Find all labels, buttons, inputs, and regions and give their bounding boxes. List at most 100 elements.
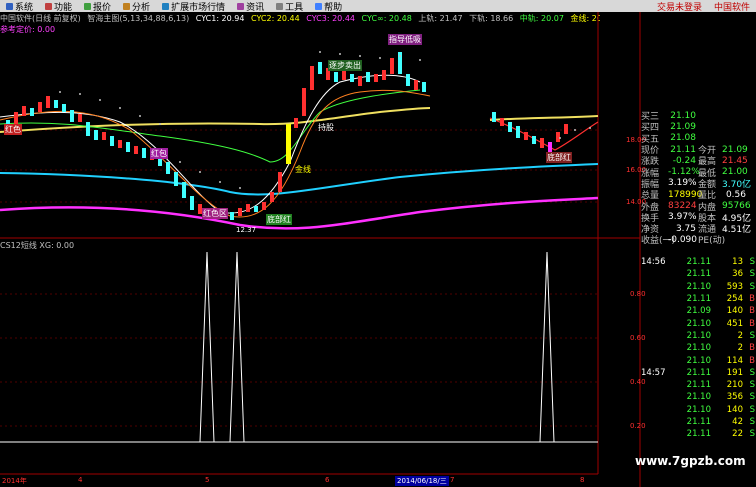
- tick-volume: 356: [726, 392, 743, 403]
- menu-quote[interactable]: 报价: [78, 0, 117, 13]
- menu-bar: 系统 功能 报价 分析 扩展市场行情 资讯 工具 帮助 交易未登录 中国软件: [0, 0, 756, 13]
- quote-value: 21.45: [722, 155, 748, 166]
- annotation-label: 持股: [318, 123, 334, 132]
- tick-direction: S: [749, 380, 755, 391]
- quote-value: 21.00: [722, 167, 748, 178]
- tick-volume: 451: [726, 318, 743, 329]
- tick-direction: S: [749, 367, 755, 378]
- quote-value: 21.09: [722, 144, 748, 155]
- menu-label: 分析: [132, 2, 151, 13]
- tick-price: 21.10: [686, 355, 711, 366]
- tick-price: 21.10: [686, 404, 711, 415]
- menu-analysis[interactable]: 分析: [117, 0, 156, 13]
- green-ma-line: [0, 89, 421, 163]
- trade-status-link[interactable]: 交易未登录: [651, 0, 708, 13]
- tick-time: 14:57: [641, 367, 666, 378]
- function-icon: [45, 2, 53, 10]
- tick-row: 21.11 210 S: [641, 379, 756, 391]
- analysis-icon: [123, 2, 131, 10]
- quote-value: -0.090: [668, 234, 698, 245]
- tick-volume: 2: [737, 343, 743, 354]
- tick-direction: S: [749, 330, 755, 341]
- menu-tools[interactable]: 工具: [270, 0, 309, 13]
- menu-extended-market[interactable]: 扩展市场行情: [156, 0, 231, 13]
- tick-volume: 22: [732, 429, 743, 440]
- menu-system[interactable]: 系统: [0, 0, 39, 13]
- tick-volume: 191: [726, 367, 743, 378]
- quote-value: 3.19%: [668, 178, 697, 189]
- tick-direction: B: [749, 355, 755, 366]
- date-tick: 5: [205, 476, 210, 484]
- quote-label: PE(动): [698, 236, 726, 247]
- annotation-label: 金线: [295, 165, 311, 174]
- tick-direction: S: [749, 281, 755, 292]
- menu-help[interactable]: 帮助: [309, 0, 348, 13]
- tick-row: 21.10 2 B: [641, 342, 756, 354]
- tick-row: 21.11 254 B: [641, 293, 756, 305]
- tick-price: 21.10: [686, 281, 711, 292]
- tick-row: 21.11 36 S: [641, 268, 756, 280]
- tick-row: 21.10 2 S: [641, 330, 756, 342]
- tick-price: 21.11: [686, 294, 711, 305]
- date-tick: 7: [450, 476, 455, 484]
- news-icon: [237, 2, 245, 10]
- tick-price: 21.11: [686, 367, 711, 378]
- quote-value: 21.08: [670, 133, 696, 144]
- menu-label: 工具: [285, 2, 304, 13]
- tick-volume: 140: [726, 306, 743, 317]
- tick-list: 14:56 21.11 13 S 21.11 36 S 21.10 593 S 21.11 254 B 2…: [641, 256, 756, 440]
- tick-row: 21.10 593 S: [641, 281, 756, 293]
- quote-icon: [84, 2, 92, 10]
- tick-volume: 114: [726, 355, 743, 366]
- quote-value: 0.56: [725, 189, 746, 200]
- tick-time: 14:56: [641, 257, 666, 268]
- tick-row: 21.11 22 S: [641, 428, 756, 440]
- market-icon: [162, 2, 170, 10]
- menu-news[interactable]: 资讯: [231, 0, 270, 13]
- quote-value: 21.09: [670, 121, 696, 132]
- candlesticks: [6, 52, 568, 220]
- quote-value: 3.70亿: [722, 179, 752, 190]
- annotation-label: 红包: [150, 148, 168, 159]
- price-low-label: 12.37: [236, 226, 257, 234]
- date-tick: 6: [325, 476, 330, 484]
- tick-price: 21.11: [686, 380, 711, 391]
- tick-direction: B: [749, 343, 755, 354]
- watermark-text: www.7gpzb.com: [635, 454, 746, 468]
- annotation-label: 指导低吸: [388, 34, 422, 45]
- quote-value: -1.12%: [668, 167, 700, 178]
- tick-direction: B: [749, 318, 755, 329]
- tick-row: 14:57 21.11 191 S: [641, 367, 756, 379]
- menu-label: 报价: [93, 2, 112, 13]
- tick-volume: 254: [726, 294, 743, 305]
- quote-value: 83224: [668, 201, 697, 212]
- quote-value: 21.10: [670, 110, 696, 121]
- tick-volume: 210: [726, 380, 743, 391]
- menu-label: 系统: [15, 2, 34, 13]
- magenta-ma-line: [0, 196, 599, 230]
- quote-value: 3.97%: [668, 212, 697, 223]
- date-tick: 2014年: [2, 477, 27, 485]
- quote-value: 4.51亿: [722, 225, 752, 236]
- tools-icon: [276, 2, 284, 10]
- quote-value: 21.11: [670, 144, 696, 155]
- quote-label: 收益(一): [641, 236, 676, 247]
- tick-direction: S: [749, 429, 755, 440]
- gold-line-right: [489, 115, 599, 121]
- menu-function[interactable]: 功能: [39, 0, 78, 13]
- menu-label: 资讯: [246, 2, 265, 13]
- tick-price: 21.10: [686, 343, 711, 354]
- tick-direction: S: [749, 417, 755, 427]
- tick-price: 21.11: [686, 429, 711, 440]
- annotation-label: 红色: [4, 124, 22, 135]
- tick-price: 21.11: [686, 257, 711, 268]
- tick-volume: 36: [732, 269, 743, 280]
- tick-volume: 593: [726, 281, 743, 292]
- tick-direction: S: [749, 392, 755, 403]
- tick-row: 21.10 140 S: [641, 404, 756, 416]
- brand-label: 中国软件: [713, 2, 750, 13]
- tick-price: 21.09: [686, 306, 711, 317]
- sub-indicator-title[interactable]: CS12短线 XG: 0.00: [0, 240, 74, 251]
- tick-volume: 13: [732, 257, 743, 268]
- date-tick: 8: [580, 476, 585, 484]
